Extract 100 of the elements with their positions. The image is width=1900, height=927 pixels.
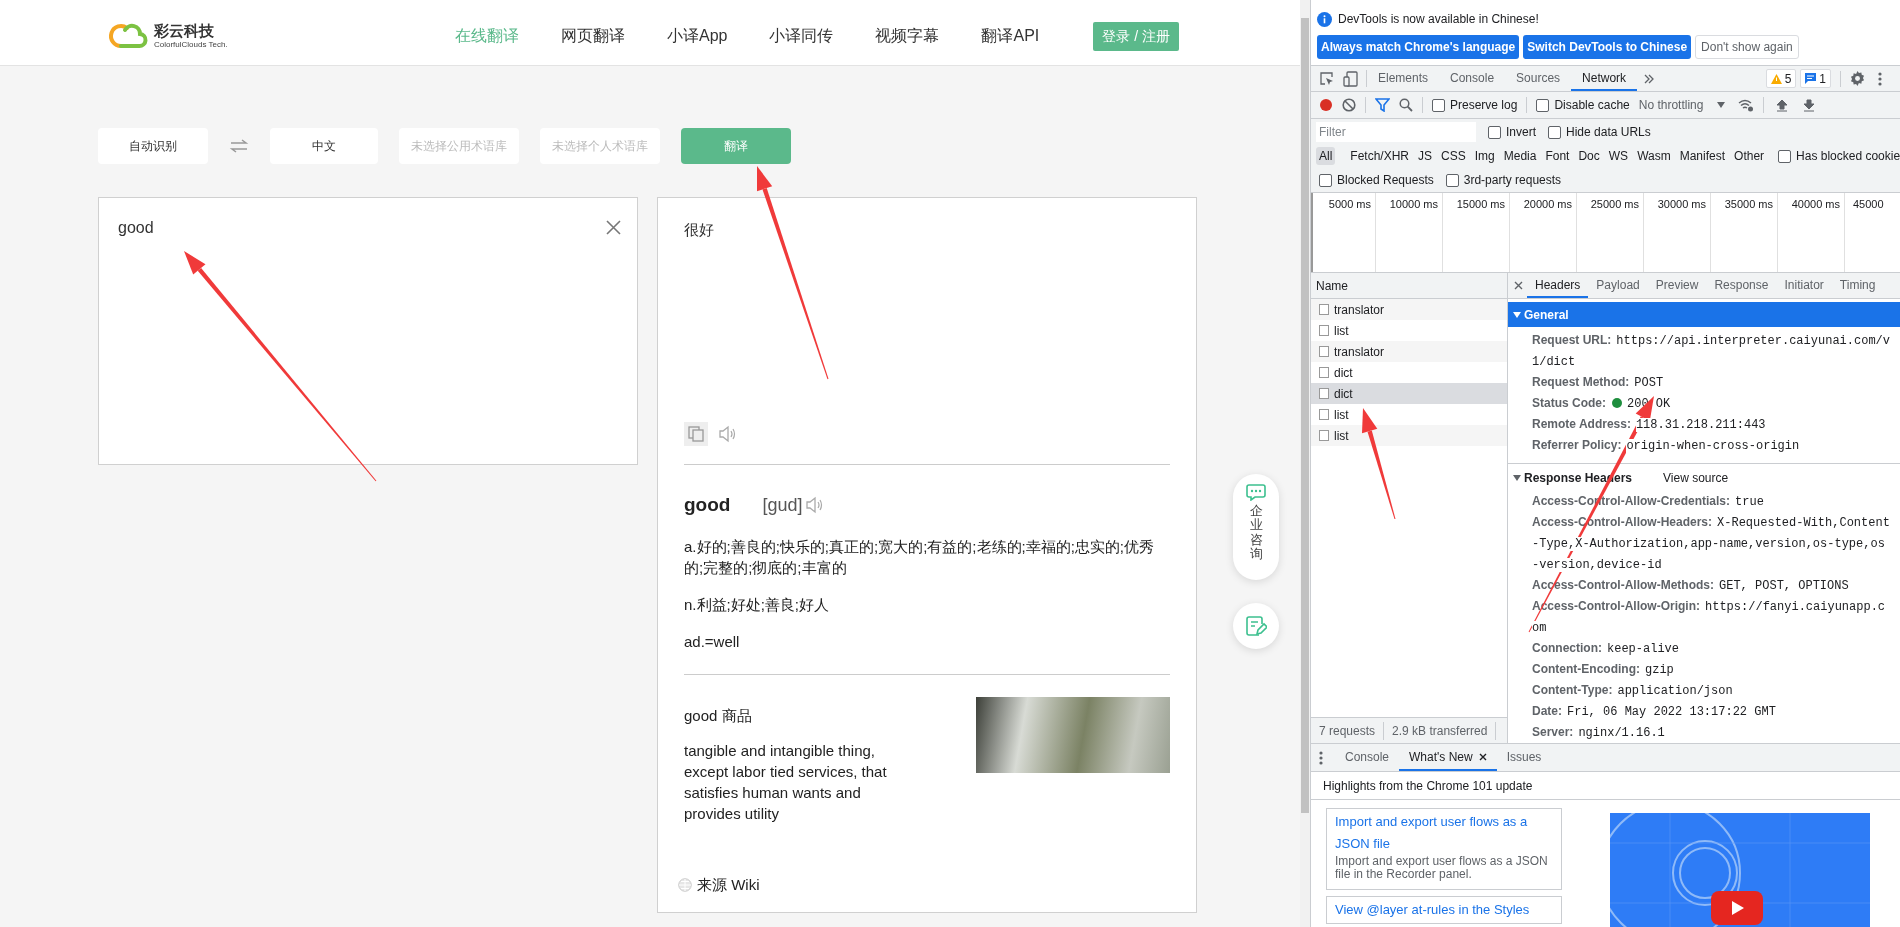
checkbox[interactable] bbox=[1445, 173, 1459, 187]
source-text[interactable]: good bbox=[118, 216, 154, 240]
inspect-icon[interactable] bbox=[1319, 71, 1334, 86]
upload-icon[interactable] bbox=[1776, 98, 1789, 112]
language-select[interactable]: 中文 bbox=[270, 128, 378, 164]
timeline-tick: 35000 ms bbox=[1724, 197, 1773, 210]
consult-button[interactable]: 企业咨询 bbox=[1233, 474, 1279, 580]
file-icon bbox=[1319, 325, 1329, 336]
notice-button[interactable]: Always match Chrome's language bbox=[1317, 35, 1520, 59]
play-icon[interactable] bbox=[1711, 891, 1763, 925]
checkbox-label[interactable]: Invert bbox=[1506, 123, 1536, 141]
definition-text: n.利益;好处;善良;好人 bbox=[684, 594, 830, 615]
header-field: Referrer Policy: origin-when-cross-origin bbox=[1532, 435, 1892, 456]
checkbox-label[interactable]: Blocked Requests bbox=[1337, 171, 1434, 189]
request-row[interactable]: translator bbox=[1311, 341, 1507, 362]
drawer-tab[interactable]: What's New bbox=[1399, 744, 1497, 771]
whats-new-headline: Highlights from the Chrome 101 update bbox=[1323, 777, 1533, 795]
checkbox[interactable] bbox=[1536, 98, 1550, 112]
more-tabs-icon[interactable] bbox=[1643, 72, 1656, 85]
scrollbar-thumb[interactable] bbox=[1301, 18, 1309, 813]
checkbox-label[interactable]: Has blocked cookie bbox=[1796, 147, 1900, 165]
type-filter[interactable]: Font bbox=[1544, 147, 1571, 165]
drawer-tab[interactable]: Console bbox=[1335, 744, 1400, 771]
settings-icon[interactable] bbox=[1850, 71, 1865, 86]
translation-text: 很好 bbox=[684, 221, 714, 238]
close-icon[interactable] bbox=[1478, 752, 1487, 761]
type-filter[interactable]: Media bbox=[1502, 147, 1538, 165]
feature-link[interactable]: View @layer at-rules in the Styles bbox=[1335, 899, 1553, 921]
throttling-select[interactable]: No throttling bbox=[1638, 96, 1726, 114]
warnings-badge[interactable]: 5 bbox=[1765, 69, 1797, 88]
notice-button[interactable]: Don't show again bbox=[1695, 35, 1799, 59]
detail-tab[interactable]: Response bbox=[1706, 273, 1777, 298]
header-field: Connection: keep-alive bbox=[1532, 638, 1892, 659]
type-filter[interactable]: Manifest bbox=[1678, 147, 1727, 165]
record-icon[interactable] bbox=[1319, 98, 1333, 112]
type-filter[interactable]: All bbox=[1316, 147, 1336, 165]
checkbox[interactable] bbox=[1548, 125, 1561, 139]
more-icon[interactable] bbox=[1878, 71, 1882, 86]
filter-icon[interactable] bbox=[1375, 98, 1390, 112]
type-filter[interactable]: Wasm bbox=[1636, 147, 1672, 165]
headword: good bbox=[684, 493, 731, 517]
nav-link[interactable]: 小译App bbox=[667, 24, 728, 48]
network-conditions-icon[interactable] bbox=[1738, 98, 1755, 112]
source-link[interactable]: 来源 Wiki bbox=[697, 873, 760, 896]
nav-link[interactable]: 翻译API bbox=[981, 24, 1040, 48]
nav-link[interactable]: 视频字幕 bbox=[875, 24, 940, 48]
detail-tab[interactable]: Timing bbox=[1831, 273, 1884, 298]
devtools-tab[interactable]: Console bbox=[1439, 66, 1506, 91]
request-row[interactable]: list bbox=[1311, 425, 1507, 446]
expand-arrow-icon[interactable] bbox=[1513, 310, 1521, 319]
phonetic-text: [gud] bbox=[762, 493, 803, 517]
request-row[interactable]: translator bbox=[1311, 299, 1507, 320]
nav-link[interactable]: 小译同传 bbox=[769, 24, 834, 48]
checkbox[interactable] bbox=[1432, 98, 1445, 112]
search-icon[interactable] bbox=[1399, 98, 1413, 112]
checkbox-label[interactable]: Disable cache bbox=[1554, 96, 1630, 114]
request-row[interactable]: dict bbox=[1311, 383, 1507, 404]
view-source-link[interactable]: View source bbox=[1663, 468, 1729, 487]
section-header[interactable]: General bbox=[1508, 302, 1900, 327]
transfer-size: 2.9 kB transferred bbox=[1384, 721, 1497, 740]
type-filter[interactable]: JS bbox=[1417, 147, 1434, 165]
timeline-tick: 5000 ms bbox=[1328, 197, 1371, 210]
notice-button[interactable]: Switch DevTools to Chinese bbox=[1523, 35, 1692, 59]
type-filter[interactable]: WS bbox=[1607, 147, 1630, 165]
detail-tab[interactable]: Preview bbox=[1647, 273, 1707, 298]
type-filter[interactable]: Doc bbox=[1577, 147, 1601, 165]
language-select[interactable]: 自动识别 bbox=[98, 128, 208, 164]
source-text-panel[interactable]: good bbox=[98, 197, 638, 465]
type-filter[interactable]: Img bbox=[1473, 147, 1496, 165]
detail-tab[interactable]: Payload bbox=[1588, 273, 1648, 298]
checkbox[interactable] bbox=[1778, 149, 1792, 163]
nav-link[interactable]: 网页翻译 bbox=[561, 24, 625, 48]
devtools-tab[interactable]: Elements bbox=[1367, 66, 1440, 91]
timeline-tick: 15000 ms bbox=[1456, 197, 1505, 210]
checkbox[interactable] bbox=[1488, 125, 1501, 139]
more-icon[interactable] bbox=[1319, 750, 1323, 765]
detail-tab[interactable]: Headers bbox=[1527, 273, 1589, 298]
type-filter[interactable]: CSS bbox=[1440, 147, 1467, 165]
device-icon[interactable] bbox=[1343, 70, 1358, 87]
detail-tab[interactable]: Initiator bbox=[1776, 273, 1832, 298]
column-header[interactable]: Name bbox=[1316, 276, 1348, 295]
clear-icon[interactable] bbox=[1342, 98, 1356, 112]
type-filter[interactable]: Other bbox=[1733, 147, 1766, 165]
messages-badge[interactable]: 1 bbox=[1800, 69, 1831, 88]
type-filter[interactable]: Fetch/XHR bbox=[1349, 147, 1411, 165]
filter-field[interactable]: Filter bbox=[1316, 122, 1476, 142]
message-icon bbox=[1805, 73, 1817, 84]
video-thumbnail[interactable] bbox=[1610, 813, 1870, 927]
checkbox-label[interactable]: Hide data URLs bbox=[1566, 123, 1651, 141]
feature-link[interactable]: Import and export user flows as a JSON file bbox=[1335, 811, 1553, 855]
expand-arrow-icon[interactable] bbox=[1513, 473, 1521, 482]
drawer-tab[interactable]: Issues bbox=[1496, 744, 1552, 771]
info-icon bbox=[1317, 11, 1332, 27]
feature-description: Import and export user flows as a JSON file in the Recorder panel. bbox=[1335, 855, 1549, 883]
checkbox-label[interactable]: 3rd-party requests bbox=[1463, 171, 1562, 189]
checkbox[interactable] bbox=[1319, 173, 1332, 187]
download-icon[interactable] bbox=[1803, 98, 1816, 112]
devtools-tab[interactable]: Sources bbox=[1505, 66, 1572, 91]
file-icon bbox=[1319, 346, 1329, 357]
checkbox-label[interactable]: Preserve log bbox=[1450, 96, 1518, 114]
